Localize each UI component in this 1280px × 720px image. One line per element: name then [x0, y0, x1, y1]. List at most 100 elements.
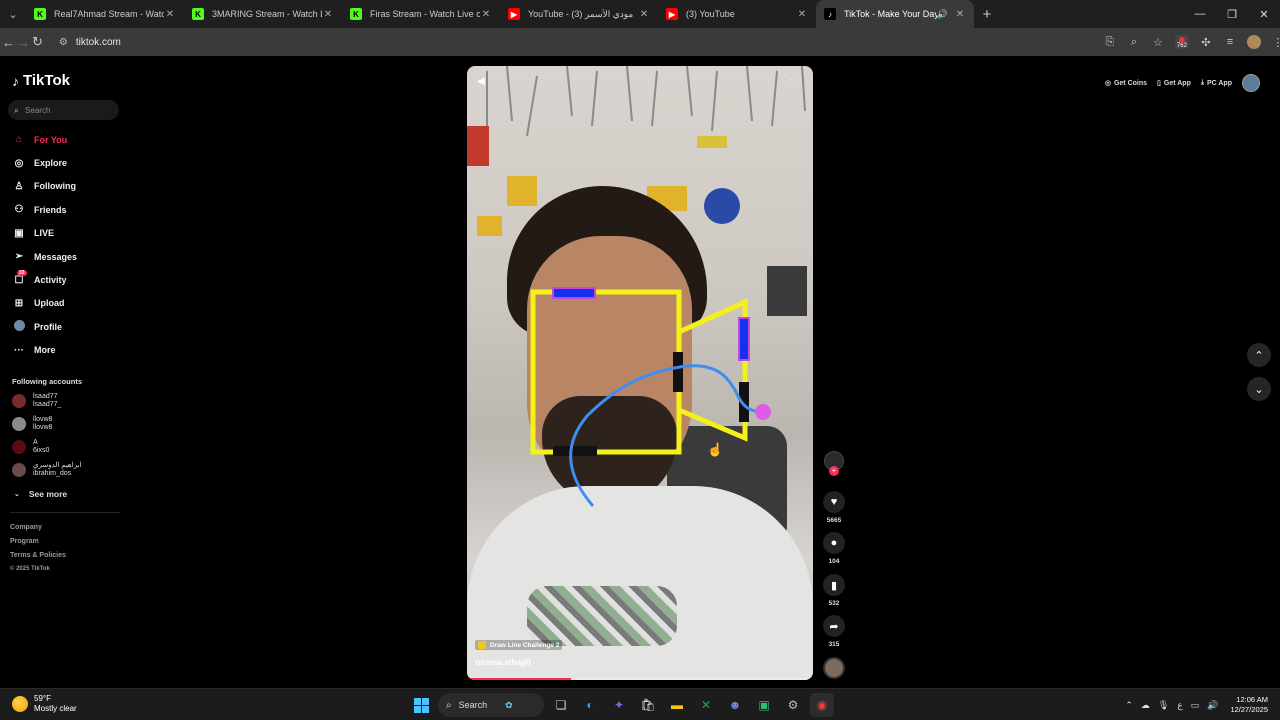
- close-tab-icon[interactable]: ✕: [954, 9, 966, 20]
- close-tab-icon[interactable]: ✕: [322, 9, 334, 20]
- next-video-button[interactable]: ⌄: [1247, 377, 1271, 401]
- like-icon[interactable]: ♥: [823, 491, 845, 513]
- extensions-puzzle-icon[interactable]: ✣: [1195, 31, 1217, 53]
- extension-icon[interactable]: 762: [1171, 31, 1193, 53]
- video-player[interactable]: ◀ ··· Draw Line Challenge 2 osama.alhajj…: [467, 66, 813, 680]
- minimize-button[interactable]: —: [1184, 0, 1216, 28]
- task-view-icon[interactable]: ❏: [549, 693, 573, 717]
- search-input[interactable]: [25, 105, 106, 115]
- follow-plus-icon[interactable]: +: [829, 466, 839, 476]
- footer-link-company[interactable]: Company: [10, 524, 42, 531]
- pc-app-button[interactable]: ⤓ PC App: [1201, 79, 1232, 87]
- back-button[interactable]: ←: [2, 30, 15, 54]
- bookmark-star-icon[interactable]: ☆: [1147, 31, 1169, 53]
- network-icon[interactable]: ▭: [1191, 700, 1200, 711]
- nav-item-live[interactable]: ▣ LIVE: [12, 222, 77, 245]
- windows-logo-icon: [413, 697, 429, 713]
- browser-tab[interactable]: K 3MARING Stream - Watch Live✕: [184, 0, 342, 28]
- nav-item-more[interactable]: ··· More: [12, 339, 77, 362]
- close-tab-icon[interactable]: ✕: [796, 9, 808, 20]
- tab-search-button[interactable]: ⌄: [0, 0, 26, 28]
- discord-icon[interactable]: ☻: [723, 693, 747, 717]
- onedrive-icon[interactable]: ☁: [1141, 700, 1150, 711]
- volume-icon[interactable]: 🔊: [1207, 700, 1218, 711]
- tray-chevron-icon[interactable]: ⌃: [1125, 700, 1133, 711]
- address-bar[interactable]: ⚙ tiktok.com: [49, 31, 1089, 53]
- forward-button[interactable]: →: [17, 30, 30, 54]
- following-account[interactable]: llovw8 llovw8: [12, 416, 52, 432]
- browser-tab[interactable]: ▶ YouTube - مودي الأسمر (3) ✕: [500, 0, 658, 28]
- nav-item-friends[interactable]: ⚇ Friends: [12, 198, 77, 221]
- following-account[interactable]: A 6ixs0: [12, 439, 49, 455]
- share-icon[interactable]: ➦: [823, 615, 845, 637]
- window-controls: — ❐ ✕: [1184, 0, 1280, 28]
- nav-item-explore[interactable]: ◎ Explore: [12, 151, 77, 174]
- nav-item-messages[interactable]: ➢ Messages: [12, 245, 77, 268]
- microphone-icon[interactable]: 🎙: [1158, 700, 1169, 711]
- profile-avatar[interactable]: [1243, 31, 1265, 53]
- footer-link-terms[interactable]: Terms & Policies: [10, 552, 66, 559]
- tab-title: Firas Stream - Watch Live on Ki: [370, 9, 480, 19]
- nav-item-profile[interactable]: Profile: [12, 315, 77, 338]
- challenge-tag[interactable]: Draw Line Challenge 2: [475, 640, 563, 650]
- clock[interactable]: 12:06 AM 12/27/2025: [1230, 695, 1268, 715]
- video-progress-bar[interactable]: [467, 678, 813, 680]
- following-account[interactable]: ابراهيم الدوسري ibrahim_dos: [12, 462, 81, 478]
- browser-tab[interactable]: K Real7Ahmad Stream - Watch Live✕: [26, 0, 184, 28]
- tiktok-logo[interactable]: ♪ TikTok: [12, 72, 70, 89]
- xbox-icon[interactable]: ✕: [694, 693, 718, 717]
- kick-icon: K: [350, 8, 362, 20]
- start-button[interactable]: [409, 693, 433, 717]
- following-account[interactable]: lsaad77 lsaad77_: [12, 393, 61, 409]
- weather-sun-icon: [12, 696, 28, 712]
- browser-tab[interactable]: ▶ (3) YouTube ✕: [658, 0, 816, 28]
- user-avatar[interactable]: [1242, 74, 1260, 92]
- settings-icon[interactable]: ⚙: [781, 693, 805, 717]
- comment-icon[interactable]: ●: [823, 532, 845, 554]
- browser-tab[interactable]: K Firas Stream - Watch Live on Ki✕: [342, 0, 500, 28]
- nav-item-activity[interactable]: ☐ 33 Activity: [12, 268, 77, 291]
- download-icon: ⤓: [1200, 79, 1204, 86]
- install-app-icon[interactable]: ⎘: [1099, 31, 1121, 53]
- nav-item-upload[interactable]: ⊞ Upload: [12, 292, 77, 315]
- app-icon[interactable]: ▣: [752, 693, 776, 717]
- close-window-button[interactable]: ✕: [1248, 0, 1280, 28]
- mute-icon[interactable]: ◀: [477, 76, 485, 87]
- browser-tab[interactable]: ♪ TikTok - Make Your Day 🔊 ✕: [816, 0, 974, 28]
- close-tab-icon[interactable]: ✕: [638, 9, 650, 20]
- more-options-icon[interactable]: ···: [789, 74, 803, 86]
- close-tab-icon[interactable]: ✕: [480, 9, 492, 20]
- chrome-icon[interactable]: ◉: [810, 693, 834, 717]
- tab-audio-icon[interactable]: 🔊: [937, 9, 948, 20]
- reload-button[interactable]: ↻: [32, 30, 43, 54]
- language-icon[interactable]: ع: [1177, 700, 1182, 711]
- taskbar-search[interactable]: ⌕ Search ✿: [438, 693, 544, 717]
- previous-video-button[interactable]: ⌃: [1247, 343, 1271, 367]
- see-more-button[interactable]: ⌄ See more: [14, 489, 67, 499]
- weather-widget[interactable]: 59°F Mostly clear: [12, 694, 77, 714]
- nav-item-for-you[interactable]: ⌂ For You: [12, 128, 77, 151]
- restore-button[interactable]: ❐: [1216, 0, 1248, 28]
- address-bar-row: ← → ↻ ⚙ tiktok.com ⎘ ⌕ ☆ 762 ✣ ≡ ⋮: [0, 28, 1280, 56]
- browser-menu-icon[interactable]: ⋮: [1267, 31, 1280, 53]
- search-box[interactable]: ⌕: [8, 100, 119, 120]
- get-app-button[interactable]: ▯ Get App: [1157, 79, 1191, 88]
- video-author[interactable]: osama.alhajj0: [475, 657, 531, 667]
- footer-link-program[interactable]: Program: [10, 538, 39, 545]
- new-tab-button[interactable]: +: [974, 6, 1000, 23]
- copilot-icon[interactable]: ✦: [607, 693, 631, 717]
- music-disc[interactable]: [823, 657, 845, 679]
- close-tab-icon[interactable]: ✕: [164, 9, 176, 20]
- file-explorer-icon[interactable]: ▬: [665, 693, 689, 717]
- tiktok-icon: ♪: [824, 8, 836, 20]
- tab-title: YouTube - مودي الأسمر (3): [528, 8, 634, 19]
- edge-icon[interactable]: ◐: [578, 693, 602, 717]
- bookmark-icon[interactable]: ▮: [823, 574, 845, 596]
- get-coins-button[interactable]: ◎ Get Coins: [1105, 79, 1147, 88]
- save-count: 532: [828, 600, 840, 607]
- media-control-icon[interactable]: ≡: [1219, 31, 1241, 53]
- store-icon[interactable]: 🛍: [636, 693, 660, 717]
- zoom-icon[interactable]: ⌕: [1123, 31, 1145, 53]
- nav-item-following[interactable]: ♙ Following: [12, 175, 77, 198]
- site-info-icon[interactable]: ⚙: [59, 37, 68, 48]
